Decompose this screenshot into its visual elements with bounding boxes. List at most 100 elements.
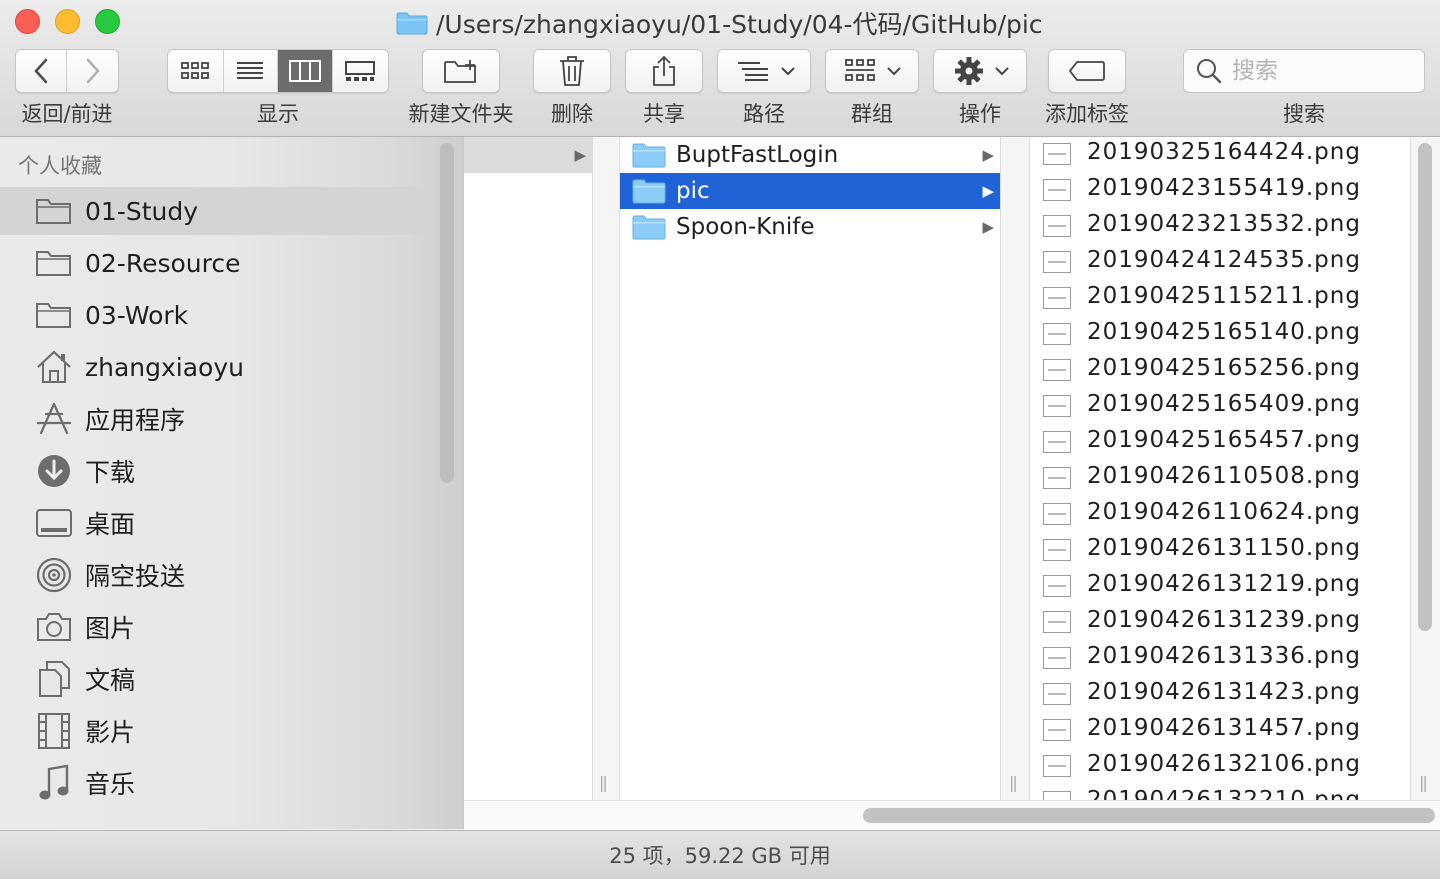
sidebar-item-01-study[interactable]: 01-Study bbox=[0, 187, 432, 235]
image-thumbnail-icon bbox=[1043, 611, 1071, 633]
film-icon bbox=[34, 711, 74, 751]
delete-button-face[interactable] bbox=[534, 50, 610, 92]
sidebar-item-02-resource[interactable]: 02-Resource bbox=[0, 239, 432, 287]
add-tag-button-face[interactable] bbox=[1049, 50, 1125, 92]
column-github: BuptFastLogin ▶ pic ▶ Spoon-Knife ▶ bbox=[620, 137, 1000, 800]
action-button-face[interactable] bbox=[934, 50, 1026, 92]
image-thumbnail-icon bbox=[1043, 647, 1071, 669]
file-row[interactable]: 20190423155419.png bbox=[1030, 173, 1410, 209]
sidebar-item-pictures[interactable]: 图片 bbox=[0, 603, 432, 651]
column-divider[interactable]: || bbox=[592, 137, 620, 800]
chevron-down-icon bbox=[781, 67, 795, 76]
sidebar-item-label: 音乐 bbox=[85, 770, 136, 799]
chevron-right-icon bbox=[86, 58, 100, 84]
sidebar-item-label: 03-Work bbox=[85, 300, 189, 330]
horizontal-scrollbar[interactable] bbox=[863, 808, 1435, 823]
file-column-scrollbar[interactable] bbox=[1418, 143, 1432, 631]
file-row[interactable]: 20190426131219.png bbox=[1030, 569, 1410, 605]
close-window-button[interactable] bbox=[15, 9, 40, 34]
desktop-icon bbox=[34, 503, 74, 543]
file-row[interactable]: 20190426131457.png bbox=[1030, 713, 1410, 749]
add-tag-button[interactable] bbox=[1048, 49, 1126, 93]
file-row[interactable]: 20190425165140.png bbox=[1030, 317, 1410, 353]
file-row[interactable]: 20190426110508.png bbox=[1030, 461, 1410, 497]
sidebar-item-applications[interactable]: 应用程序 bbox=[0, 395, 432, 443]
action-button[interactable] bbox=[933, 49, 1027, 93]
list-view-button[interactable] bbox=[224, 50, 278, 92]
column-resize-handle[interactable]: || bbox=[599, 773, 608, 792]
back-button[interactable] bbox=[16, 50, 68, 92]
sidebar-item-airdrop[interactable]: 隔空投送 bbox=[0, 551, 432, 599]
disclosure-arrow-icon: ▶ bbox=[982, 218, 994, 236]
file-row[interactable]: 20190425165409.png bbox=[1030, 389, 1410, 425]
folder-name: Spoon-Knife bbox=[676, 214, 815, 240]
sidebar-item-03-work[interactable]: 03-Work bbox=[0, 291, 432, 339]
file-name: 20190425165457.png bbox=[1087, 427, 1361, 453]
share-button[interactable] bbox=[625, 49, 703, 93]
new-folder-button-face[interactable] bbox=[423, 50, 499, 92]
gallery-icon bbox=[345, 61, 376, 81]
folder-row-spoon-knife[interactable]: Spoon-Knife ▶ bbox=[620, 209, 1000, 245]
column-resize-handle[interactable]: || bbox=[1419, 773, 1428, 792]
search-field[interactable] bbox=[1183, 49, 1425, 93]
file-row[interactable]: 20190425165256.png bbox=[1030, 353, 1410, 389]
file-name: 20190426132106.png bbox=[1087, 751, 1361, 777]
group-button-face[interactable] bbox=[826, 50, 918, 92]
parent-folder-row[interactable]: ▶ bbox=[464, 137, 592, 173]
applications-icon bbox=[34, 399, 74, 439]
path-button[interactable] bbox=[717, 49, 811, 93]
sidebar-item-label: 01-Study bbox=[85, 196, 199, 226]
sidebar-item-movies[interactable]: 影片 bbox=[0, 707, 432, 755]
search-input[interactable] bbox=[1230, 57, 1414, 85]
file-row[interactable]: 20190426131150.png bbox=[1030, 533, 1410, 569]
path-button-face[interactable] bbox=[718, 50, 810, 92]
icon-view-button[interactable] bbox=[168, 50, 224, 92]
forward-button[interactable] bbox=[67, 50, 118, 92]
file-name: 20190425165409.png bbox=[1087, 391, 1361, 417]
image-thumbnail-icon bbox=[1043, 755, 1071, 777]
file-row[interactable]: 20190423213532.png bbox=[1030, 209, 1410, 245]
icon-grid-icon bbox=[181, 62, 210, 79]
sidebar-item-label: 影片 bbox=[85, 718, 136, 747]
chevron-down-icon bbox=[995, 67, 1009, 76]
sidebar-item-documents[interactable]: 文稿 bbox=[0, 655, 432, 703]
file-name: 20190425165256.png bbox=[1087, 355, 1361, 381]
share-button-face[interactable] bbox=[626, 50, 702, 92]
file-row[interactable]: 20190426131336.png bbox=[1030, 641, 1410, 677]
file-row[interactable]: 20190325164424.png bbox=[1030, 137, 1410, 173]
group-button[interactable] bbox=[825, 49, 919, 93]
file-row[interactable]: 20190426131239.png bbox=[1030, 605, 1410, 641]
image-thumbnail-icon bbox=[1043, 215, 1071, 237]
column-resize-handle[interactable]: || bbox=[1009, 773, 1018, 792]
folder-row-buptfastlogin[interactable]: BuptFastLogin ▶ bbox=[620, 137, 1000, 173]
view-label: 显示 bbox=[257, 102, 299, 126]
file-row[interactable]: 20190425165457.png bbox=[1030, 425, 1410, 461]
file-row[interactable]: 20190426132106.png bbox=[1030, 749, 1410, 785]
file-row[interactable]: 20190424124535.png bbox=[1030, 245, 1410, 281]
group-label: 群组 bbox=[851, 102, 893, 126]
file-row[interactable]: 20190426131423.png bbox=[1030, 677, 1410, 713]
folder-row-pic[interactable]: pic ▶ bbox=[620, 173, 1000, 209]
column-divider[interactable]: || bbox=[1000, 137, 1030, 800]
file-row[interactable]: 20190425115211.png bbox=[1030, 281, 1410, 317]
sidebar-item-home[interactable]: zhangxiaoyu bbox=[0, 343, 432, 391]
status-bar: 25 项，59.22 GB 可用 bbox=[0, 830, 1440, 879]
sidebar-item-music[interactable]: 音乐 bbox=[0, 759, 432, 807]
sidebar-scrollbar[interactable] bbox=[440, 143, 454, 483]
new-folder-button[interactable] bbox=[422, 49, 500, 93]
image-thumbnail-icon bbox=[1043, 683, 1071, 705]
sidebar-item-desktop[interactable]: 桌面 bbox=[0, 499, 432, 547]
delete-button[interactable] bbox=[533, 49, 611, 93]
image-thumbnail-icon bbox=[1043, 395, 1071, 417]
fullscreen-window-button[interactable] bbox=[95, 9, 120, 34]
gallery-view-button[interactable] bbox=[333, 50, 388, 92]
sidebar-item-downloads[interactable]: 下载 bbox=[0, 447, 432, 495]
image-thumbnail-icon bbox=[1043, 575, 1071, 597]
file-row[interactable]: 20190426132210.png bbox=[1030, 785, 1410, 800]
delete-label: 删除 bbox=[551, 102, 593, 126]
image-thumbnail-icon bbox=[1043, 323, 1071, 345]
file-name: 20190426131457.png bbox=[1087, 715, 1361, 741]
column-view-button[interactable] bbox=[278, 50, 333, 92]
minimize-window-button[interactable] bbox=[55, 9, 80, 34]
file-row[interactable]: 20190426110624.png bbox=[1030, 497, 1410, 533]
